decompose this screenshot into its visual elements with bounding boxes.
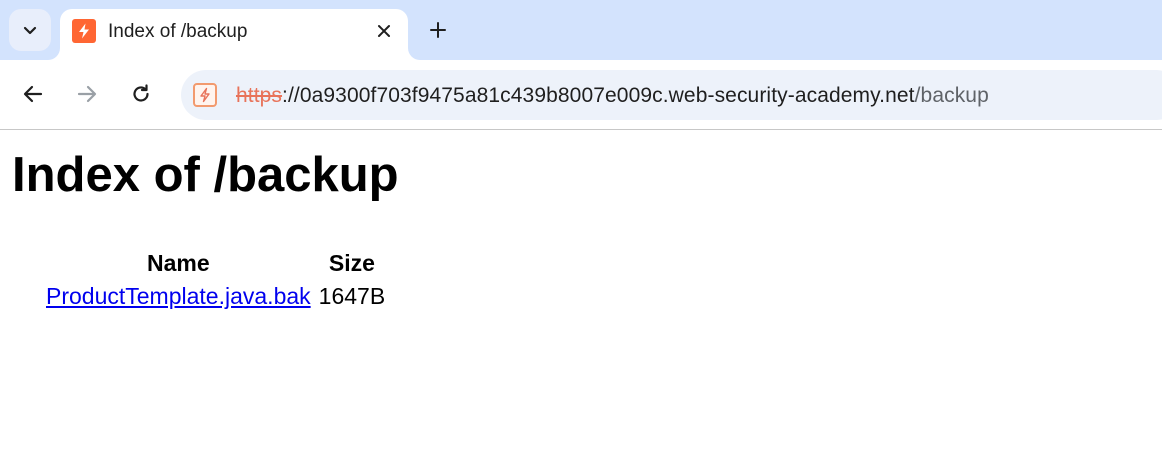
url-host: ://0a9300f703f9475a81c439b8007e009c.web-… [282,84,915,107]
url-path: /backup [914,84,989,107]
close-icon[interactable] [372,19,396,43]
back-button[interactable] [19,80,47,108]
url-text[interactable]: https://0a9300f703f9475a81c439b8007e009c… [236,84,989,108]
tab-search-button[interactable] [9,9,51,51]
page-title: Index of /backup [12,148,399,202]
tab-strip: Index of /backup [0,0,1162,60]
forward-button[interactable] [73,80,101,108]
column-header-name: Name [147,250,210,276]
tab-title: Index of /backup [108,21,248,42]
reload-button[interactable] [127,80,155,108]
column-header-size: Size [328,250,375,276]
arrow-right-icon [77,85,97,103]
file-size-cell: 1647B [318,283,386,309]
file-link[interactable]: ProductTemplate.java.bak [46,283,311,309]
url-scheme: https [236,84,283,107]
chevron-down-icon [23,26,37,35]
lightning-bolt-icon [72,19,96,43]
directory-listing-table: Name Size ProductTemplate.java.bak 1647B [40,244,391,316]
not-secure-icon[interactable] [193,83,217,107]
browser-toolbar: https://0a9300f703f9475a81c439b8007e009c… [0,60,1162,130]
table-header-row: Name Size [44,250,387,277]
page-content: Index of /backup Name Size ProductTempla… [0,131,1162,461]
reload-icon [133,84,149,102]
table-row: ProductTemplate.java.bak 1647B [44,283,387,310]
arrow-left-icon [23,85,43,103]
file-name-cell: ProductTemplate.java.bak [44,283,313,310]
plus-icon [430,22,446,38]
new-tab-button[interactable] [424,16,452,44]
active-tab[interactable]: Index of /backup [60,9,408,60]
address-bar[interactable]: https://0a9300f703f9475a81c439b8007e009c… [181,70,1162,120]
